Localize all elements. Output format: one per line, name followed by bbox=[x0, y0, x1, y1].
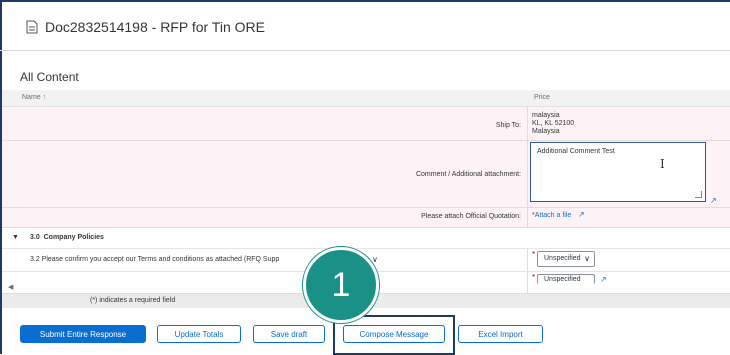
comment-label: Comment / Additional attachment: bbox=[415, 171, 521, 178]
address-line: Malaysia bbox=[532, 128, 560, 135]
answer-select-3-3[interactable]: Unspecified bbox=[537, 274, 595, 284]
quotation-label: Please attach Official Quotation: bbox=[421, 213, 521, 220]
truncation-icon: ∨ bbox=[372, 255, 378, 264]
text-cursor-icon: I bbox=[660, 157, 665, 171]
required-marker: * bbox=[532, 250, 536, 259]
chevron-down-icon: ∨ bbox=[584, 254, 590, 263]
excel-import-button[interactable]: Excel Import bbox=[458, 325, 543, 343]
quotation-row: Please attach Official Quotation: bbox=[2, 208, 730, 228]
table-column-header: Name ↑ Price bbox=[2, 90, 730, 107]
comment-textarea[interactable]: Additional Comment Test bbox=[530, 142, 706, 202]
update-totals-button[interactable]: Update Totals bbox=[157, 325, 241, 343]
attach-file-icon[interactable]: ↗ bbox=[578, 210, 585, 219]
step-callout-badge: 1 bbox=[303, 247, 379, 323]
submit-entire-response-button[interactable]: Submit Entire Response bbox=[20, 325, 146, 343]
comment-value: Additional Comment Test bbox=[537, 148, 615, 155]
column-price-header[interactable]: Price bbox=[534, 94, 550, 101]
address-line: malaysia bbox=[532, 112, 560, 119]
required-field-note: (*) indicates a required field bbox=[90, 297, 176, 304]
ship-to-label: Ship To: bbox=[495, 122, 521, 129]
document-header: Doc2832514198 - RFP for Tin ORE bbox=[0, 0, 730, 51]
scroll-left-arrow-icon[interactable]: ◀ bbox=[8, 283, 13, 291]
answer-select-3-2[interactable]: Unspecified ∨ bbox=[537, 251, 595, 267]
section-title: All Content bbox=[20, 70, 79, 84]
question-text: 3.2 Please confirm you accept our Terms … bbox=[30, 256, 280, 263]
ship-to-address: malaysia KL, KL 52100 Malaysia bbox=[532, 112, 574, 136]
expand-toggle-icon[interactable]: ▼ bbox=[12, 234, 19, 241]
group-row-company-policies[interactable]: ▼ 3.0 Company Policies bbox=[2, 228, 730, 249]
column-name-header[interactable]: Name ↑ bbox=[22, 94, 46, 101]
address-line: KL, KL 52100 bbox=[532, 120, 575, 127]
document-icon bbox=[26, 20, 38, 34]
link-attachment-icon[interactable]: ↗ bbox=[710, 196, 717, 205]
group-label: 3.0 Company Policies bbox=[30, 234, 104, 241]
save-draft-button[interactable]: Save draft bbox=[253, 325, 325, 343]
ship-to-row: Ship To: malaysia KL, KL 52100 Malaysia bbox=[2, 107, 730, 141]
page-title: Doc2832514198 - RFP for Tin ORE bbox=[45, 19, 265, 35]
attach-file-link[interactable]: *Attach a file bbox=[532, 212, 571, 219]
required-marker: * bbox=[532, 273, 536, 282]
resize-handle-icon[interactable] bbox=[695, 191, 702, 198]
link-attachment-icon[interactable]: ↗ bbox=[600, 275, 607, 284]
